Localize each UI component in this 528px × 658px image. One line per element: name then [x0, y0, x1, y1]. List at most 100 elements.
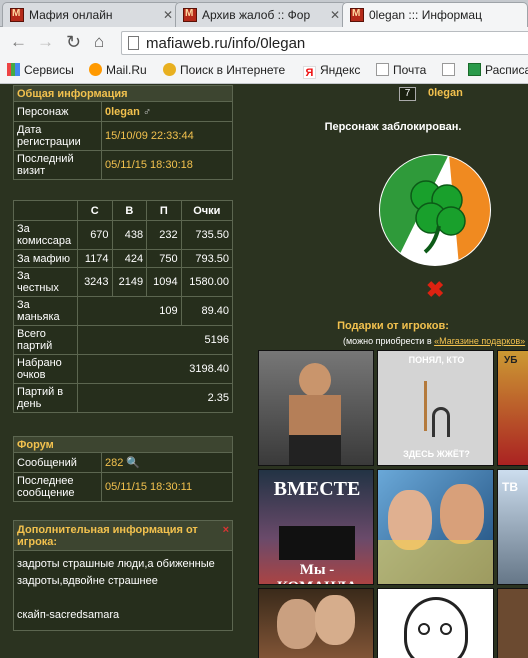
row-label: Набрано очков	[13, 354, 78, 384]
tab-title: Мафия онлайн	[29, 8, 113, 22]
info-label: Дата регистрации	[13, 121, 102, 151]
bookmark-label: Поиск в Интернете	[180, 63, 286, 77]
section-header: × Дополнительная информация от игрока:	[13, 520, 233, 551]
gift-caption: ВМЕСТЕ	[273, 478, 361, 500]
bookmark-label: Сервисы	[24, 63, 74, 77]
stewie-face-icon	[404, 597, 468, 658]
url-text: mafiaweb.ru/info/0legan	[146, 35, 306, 52]
gifts-note: (можно приобрести в «Магазине подарков»	[343, 336, 525, 346]
back-icon[interactable]: ←	[10, 33, 27, 51]
close-icon[interactable]: ×	[223, 524, 229, 536]
stat-cell: 2149	[111, 267, 148, 297]
mafia-favicon-icon	[10, 8, 24, 22]
gift-image[interactable]: ПОНЯЛ, КТО ЗДЕСЬ ЖЖЁТ?	[377, 350, 494, 466]
message-count: 282	[105, 457, 124, 469]
total-games: 5196	[77, 325, 233, 355]
stat-cell: 109	[77, 296, 182, 326]
bookmark-mail[interactable]: Почта	[376, 63, 426, 77]
apps-grid-icon	[7, 63, 20, 76]
table-row: Набрано очков 3198.40	[13, 354, 233, 384]
gift-image[interactable]	[258, 588, 374, 658]
table-row: За маньяка 109 89.40	[13, 296, 234, 326]
navigation-bar: ← → ↻ ⌂ mafiaweb.ru/info/0legan	[0, 27, 528, 58]
match-stick	[424, 381, 427, 431]
gift-image[interactable]	[497, 588, 528, 658]
tab-player-info[interactable]: 0legan ::: Информац	[342, 2, 528, 27]
last-message-date: 05/11/15 18:30:11	[101, 472, 233, 502]
bookmarks-bar: Сервисы Mail.Ru Поиск в Интернете Я Яндек…	[0, 58, 528, 84]
game-stats-table: С В П Очки За комиссара 670 438 232 735.…	[13, 200, 234, 413]
male-gender-icon: ♂	[142, 105, 152, 118]
stat-cell: 1174	[77, 249, 113, 268]
bookmark-label: Расписа	[485, 63, 528, 77]
forward-icon[interactable]: →	[37, 33, 54, 51]
column-header: Очки	[180, 200, 234, 221]
about-text: задроты страшные люди,а обиженные задрот…	[13, 550, 233, 631]
gift-image[interactable]	[377, 588, 494, 658]
bookmark-services[interactable]: Сервисы	[7, 63, 74, 77]
bookmark-mailru[interactable]: Mail.Ru	[89, 63, 147, 77]
row-label: За мафию	[13, 249, 78, 268]
tab-complaints-archive[interactable]: Архив жалоб :: Фор ✕	[175, 2, 347, 27]
stat-cell: 438	[111, 220, 148, 250]
gift-caption: УБ	[504, 355, 518, 366]
gift-figures	[279, 526, 355, 560]
stat-cell: 735.50	[180, 220, 234, 250]
bookmark-internet-search[interactable]: Поиск в Интернете	[163, 63, 285, 77]
table-row: Партий в день 2.35	[13, 383, 233, 413]
stat-cell: 1094	[146, 267, 182, 297]
forum-table: Форум Сообщений 282 🔍 Последнее сообщени…	[13, 436, 233, 502]
row-label: За маньяка	[13, 296, 78, 326]
message-count-link[interactable]: 282 🔍	[101, 452, 233, 473]
info-label: Персонаж	[13, 101, 102, 122]
mailru-icon	[89, 63, 102, 76]
gift-image[interactable]: ВМЕСТЕ Мы - КОМАНДА	[258, 469, 374, 585]
tab-title: Архив жалоб :: Фор	[202, 8, 311, 22]
gift-eye	[418, 623, 430, 635]
total-points: 3198.40	[77, 354, 233, 384]
stat-cell: 424	[111, 249, 148, 268]
gifts-note-prefix: (можно приобрести в	[343, 336, 432, 346]
stat-cell: 1580.00	[180, 267, 234, 297]
reload-icon[interactable]: ↻	[66, 33, 81, 51]
general-info-table: Общая информация Персонаж 0legan ♂ Дата …	[13, 85, 233, 180]
search-icon[interactable]: 🔍	[126, 457, 140, 469]
gift-caption: ЗДЕСЬ ЖЖЁТ?	[403, 449, 470, 459]
red-x-icon[interactable]: ✖	[426, 279, 444, 301]
character-name-link[interactable]: 0legan ♂	[101, 101, 233, 122]
document-icon	[376, 63, 389, 76]
tab-mafia-online[interactable]: Мафия онлайн ✕	[2, 2, 180, 27]
gift-image[interactable]: ТВ	[497, 469, 528, 585]
gift-caption: ТВ	[502, 480, 518, 494]
row-label: Партий в день	[13, 383, 78, 413]
bookmark-label: Почта	[393, 63, 427, 77]
stat-cell: 793.50	[180, 249, 234, 268]
about-line: скайп-sacredsamara	[17, 609, 120, 621]
gift-hair	[378, 540, 493, 584]
gift-figure	[289, 435, 341, 465]
bookmark-blank[interactable]	[442, 63, 459, 77]
gift-image[interactable]: УБ	[497, 350, 528, 466]
bookmark-label: Mail.Ru	[106, 63, 147, 77]
info-label: Сообщений	[13, 452, 102, 473]
shamrock-avatar-icon	[379, 154, 491, 266]
info-label: Последний визит	[13, 150, 102, 180]
home-icon[interactable]: ⌂	[94, 33, 104, 51]
column-header: В	[111, 200, 148, 221]
gift-image[interactable]	[258, 350, 374, 466]
search-magnifier-icon	[163, 63, 176, 76]
profile-panel: 7 0legan Персонаж заблокирован. ✖ Подарк	[258, 84, 528, 658]
stat-cell: 670	[77, 220, 113, 250]
bookmark-schedule[interactable]: Расписа	[468, 63, 528, 77]
tab-strip: Мафия онлайн ✕ Архив жалоб :: Фор ✕ 0leg…	[0, 0, 528, 27]
gift-image[interactable]	[377, 469, 494, 585]
close-tab-icon[interactable]: ✕	[330, 8, 340, 22]
gift-shop-link[interactable]: «Магазине подарков»	[434, 336, 525, 346]
gift-face	[277, 599, 317, 649]
stat-cell: 89.40	[180, 296, 234, 326]
row-label: За честных	[13, 267, 78, 297]
close-tab-icon[interactable]: ✕	[163, 8, 173, 22]
bookmark-yandex[interactable]: Я Яндекс	[303, 63, 360, 79]
address-bar[interactable]: mafiaweb.ru/info/0legan	[121, 31, 528, 55]
column-header: П	[146, 200, 182, 221]
